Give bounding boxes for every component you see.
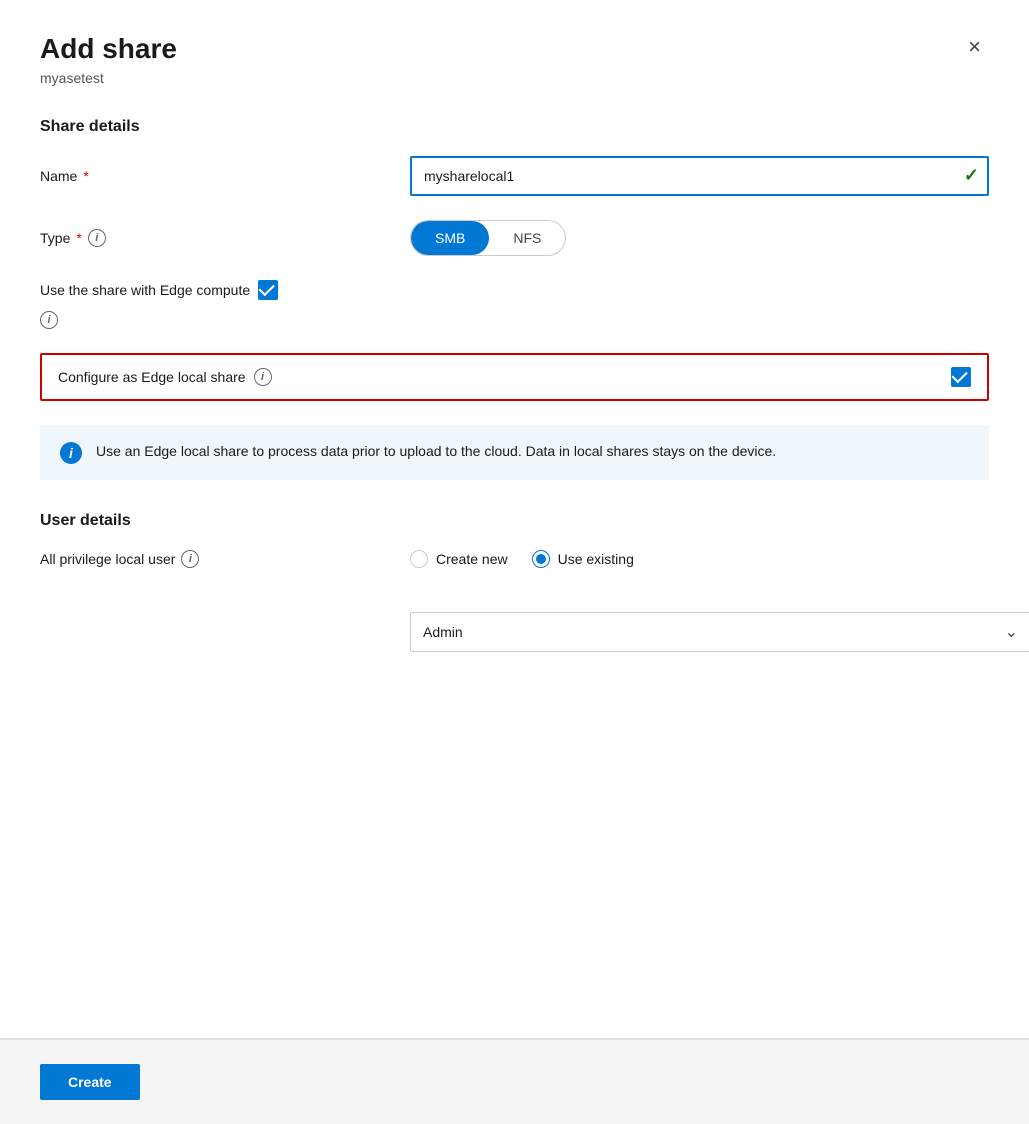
edge-compute-info-icon: i <box>40 311 58 329</box>
edge-compute-top: Use the share with Edge compute <box>40 280 410 300</box>
type-info-icon: i <box>88 229 106 247</box>
user-select[interactable]: Admin User1 User2 <box>410 612 1029 652</box>
radio-create-new[interactable]: Create new <box>410 550 508 568</box>
edge-local-info-icon: i <box>254 368 272 386</box>
type-label: Type * i <box>40 229 410 247</box>
info-banner-icon: i <box>60 442 82 464</box>
user-select-wrapper: Admin User1 User2 ⌄ <box>410 612 1029 652</box>
type-nfs-option[interactable]: NFS <box>489 221 565 255</box>
dialog-subtitle: myasetest <box>40 70 989 86</box>
close-button[interactable]: × <box>960 32 989 62</box>
info-banner-text: Use an Edge local share to process data … <box>96 441 776 462</box>
info-banner: i Use an Edge local share to process dat… <box>40 425 989 480</box>
radio-use-existing[interactable]: Use existing <box>532 550 634 568</box>
name-input-wrapper: ✓ <box>410 156 989 196</box>
share-details-section-title: Share details <box>40 118 989 136</box>
name-input[interactable] <box>410 156 989 196</box>
radio-create-new-circle[interactable] <box>410 550 428 568</box>
dialog-title: Add share <box>40 32 177 66</box>
all-privilege-label: All privilege local user i <box>40 550 410 568</box>
edge-compute-label: Use the share with Edge compute <box>40 280 410 300</box>
create-button[interactable]: Create <box>40 1064 140 1100</box>
type-required-star: * <box>76 230 81 246</box>
edge-local-label: Configure as Edge local share i <box>58 368 941 386</box>
radio-group: Create new Use existing <box>410 550 634 568</box>
type-smb-option[interactable]: SMB <box>411 221 489 255</box>
name-valid-icon: ✓ <box>964 165 979 186</box>
all-privilege-row: All privilege local user i Create new Us… <box>40 550 989 568</box>
type-toggle-group[interactable]: SMB NFS <box>410 220 566 256</box>
name-row: Name * ✓ <box>40 156 989 196</box>
radio-use-existing-circle[interactable] <box>532 550 550 568</box>
dialog-footer: Create <box>0 1039 1029 1124</box>
all-privilege-info-icon: i <box>181 550 199 568</box>
edge-compute-row: Use the share with Edge compute i <box>40 280 989 329</box>
edge-compute-checkbox[interactable] <box>258 280 278 300</box>
edge-local-checkbox[interactable] <box>951 367 971 387</box>
name-label: Name * <box>40 168 410 184</box>
edge-local-share-row: Configure as Edge local share i <box>40 353 989 401</box>
name-required-star: * <box>83 168 88 184</box>
user-details-section-title: User details <box>40 512 989 530</box>
dialog-header: Add share × <box>40 32 989 66</box>
type-row: Type * i SMB NFS <box>40 220 989 256</box>
